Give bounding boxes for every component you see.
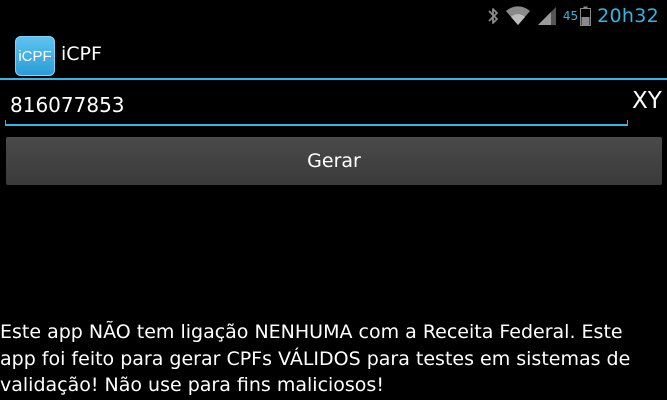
status-bar: 45 20h32 <box>0 0 667 33</box>
status-icons: 45 20h32 <box>487 4 659 28</box>
cpf-input-container[interactable] <box>5 88 628 126</box>
battery-level-text: 45 <box>562 9 579 23</box>
app-icon-label: iCPF <box>18 47 52 65</box>
status-clock: 20h32 <box>597 5 659 27</box>
title-divider <box>0 78 667 80</box>
input-underline <box>5 124 628 126</box>
app-icon[interactable]: iCPF <box>15 36 55 76</box>
bluetooth-icon <box>488 8 498 24</box>
signal-icon <box>537 7 556 25</box>
disclaimer-text: Este app NÃO tem ligação NENHUMA com a R… <box>0 321 631 396</box>
input-underline-right-tick <box>627 120 628 126</box>
cpf-input[interactable] <box>5 88 628 122</box>
cpf-suffix-label: XY <box>632 88 662 114</box>
title-bar: iCPF iCPF <box>0 33 667 79</box>
gerar-button[interactable]: Gerar <box>6 137 662 185</box>
battery-icon <box>580 6 592 26</box>
input-underline-left-tick <box>5 120 6 126</box>
app-title: iCPF <box>61 43 102 65</box>
wifi-icon <box>505 6 530 26</box>
